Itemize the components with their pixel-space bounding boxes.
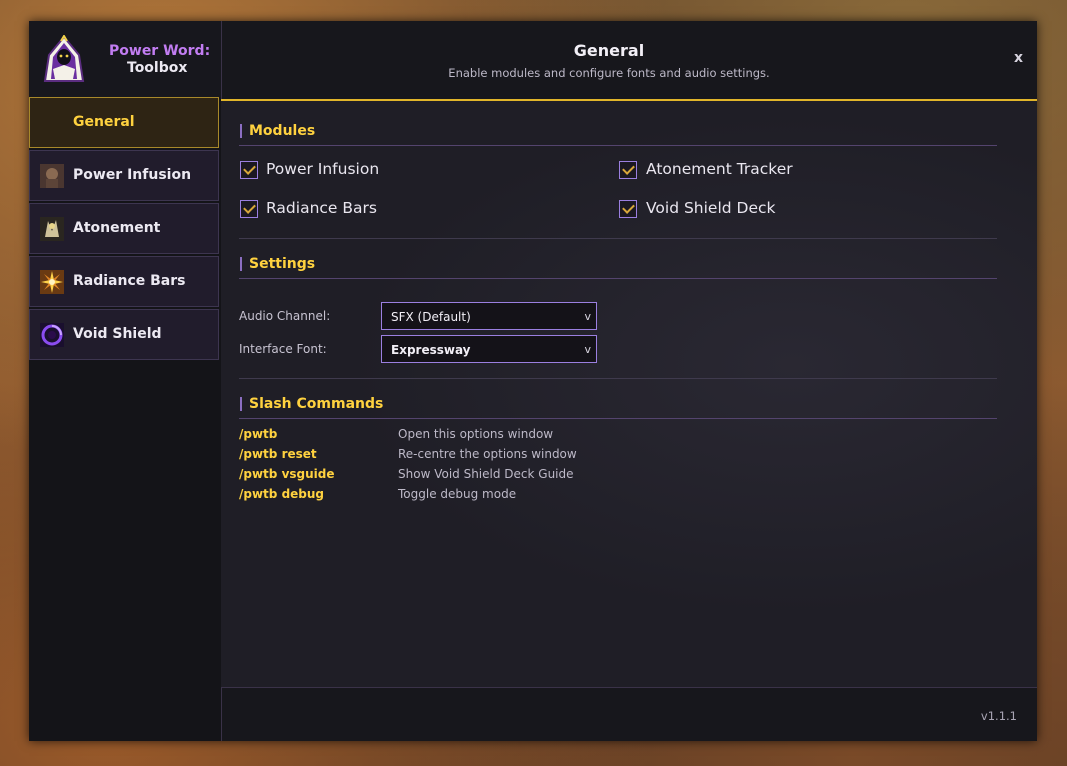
void-shield-deck-checkbox[interactable]: [619, 200, 637, 218]
power-infusion-checkbox[interactable]: [240, 161, 258, 179]
command-description: Toggle debug mode: [398, 487, 517, 501]
section-title: Slash Commands: [249, 396, 384, 412]
section-accent-bar: [240, 257, 242, 271]
page-subtitle: Enable modules and configure fonts and a…: [448, 66, 770, 80]
command-name: /pwtb: [239, 427, 278, 441]
page-title: General: [573, 41, 645, 60]
brand-title: Power Word:: [109, 43, 211, 59]
content-panel: Modules Power Infusion Atonement Tracker…: [221, 101, 1037, 688]
sidebar: Power Word: Toolbox General Power Infusi…: [29, 21, 222, 741]
sidebar-item-atonement[interactable]: Atonement: [29, 203, 219, 254]
atonement-tracker-checkbox-label[interactable]: Atonement Tracker: [646, 160, 793, 178]
brand-subtitle: Toolbox: [127, 60, 188, 76]
command-name: /pwtb debug: [239, 487, 325, 501]
chevron-down-icon: v: [584, 310, 591, 323]
sidebar-item-label: Radiance Bars: [73, 273, 186, 289]
section-title: Settings: [249, 256, 316, 272]
section-title: Modules: [249, 123, 316, 139]
sidebar-item-label: Atonement: [73, 220, 161, 236]
command-name: /pwtb vsguide: [239, 467, 335, 481]
audio-channel-label: Audio Channel:: [239, 309, 331, 323]
sidebar-item-label: Power Infusion: [73, 167, 192, 183]
atonement-icon: [40, 217, 64, 241]
slash-commands-section-header: Slash Commands: [239, 394, 997, 419]
checkmark-icon: [243, 201, 256, 214]
command-description: Re-centre the options window: [398, 447, 577, 461]
sidebar-item-power-infusion[interactable]: Power Infusion: [29, 150, 219, 201]
power-infusion-checkbox-label[interactable]: Power Infusion: [266, 160, 379, 178]
priest-logo-icon: [43, 35, 85, 82]
checkmark-icon: [622, 201, 635, 214]
version-label: v1.1.1: [980, 709, 1017, 723]
sidebar-item-label: Void Shield: [73, 326, 162, 342]
checkmark-icon: [243, 162, 256, 175]
radiance-bars-checkbox[interactable]: [240, 200, 258, 218]
radiance-bars-checkbox-label[interactable]: Radiance Bars: [266, 199, 377, 217]
command-name: /pwtb reset: [239, 447, 317, 461]
options-window: Power Word: Toolbox General Power Infusi…: [29, 21, 1037, 741]
section-divider: [239, 238, 997, 239]
settings-section-header: Settings: [239, 254, 997, 279]
interface-font-label: Interface Font:: [239, 342, 327, 356]
command-description: Show Void Shield Deck Guide: [398, 467, 574, 481]
section-accent-bar: [240, 397, 242, 411]
logo-area: Power Word: Toolbox: [29, 21, 221, 97]
chevron-down-icon: v: [584, 343, 591, 356]
power-infusion-icon: [40, 164, 64, 188]
close-button[interactable]: x: [1014, 50, 1023, 66]
checkmark-icon: [622, 162, 635, 175]
sidebar-item-radiance-bars[interactable]: Radiance Bars: [29, 256, 219, 307]
sidebar-item-general[interactable]: General: [29, 97, 219, 148]
command-description: Open this options window: [398, 427, 554, 441]
section-divider: [239, 378, 997, 379]
interface-font-select[interactable]: Expressway v: [381, 335, 597, 363]
select-value: SFX (Default): [391, 310, 471, 324]
select-value: Expressway: [391, 343, 471, 357]
audio-channel-select[interactable]: SFX (Default) v: [381, 302, 597, 330]
atonement-tracker-checkbox[interactable]: [619, 161, 637, 179]
modules-section-header: Modules: [239, 121, 997, 146]
page-header: General Enable modules and configure fon…: [221, 21, 1037, 101]
section-accent-bar: [240, 124, 242, 138]
sidebar-item-label: General: [73, 114, 135, 130]
radiance-icon: [40, 270, 64, 294]
sidebar-item-void-shield[interactable]: Void Shield: [29, 309, 219, 360]
void-shield-deck-checkbox-label[interactable]: Void Shield Deck: [646, 199, 776, 217]
void-shield-icon: [40, 323, 64, 347]
